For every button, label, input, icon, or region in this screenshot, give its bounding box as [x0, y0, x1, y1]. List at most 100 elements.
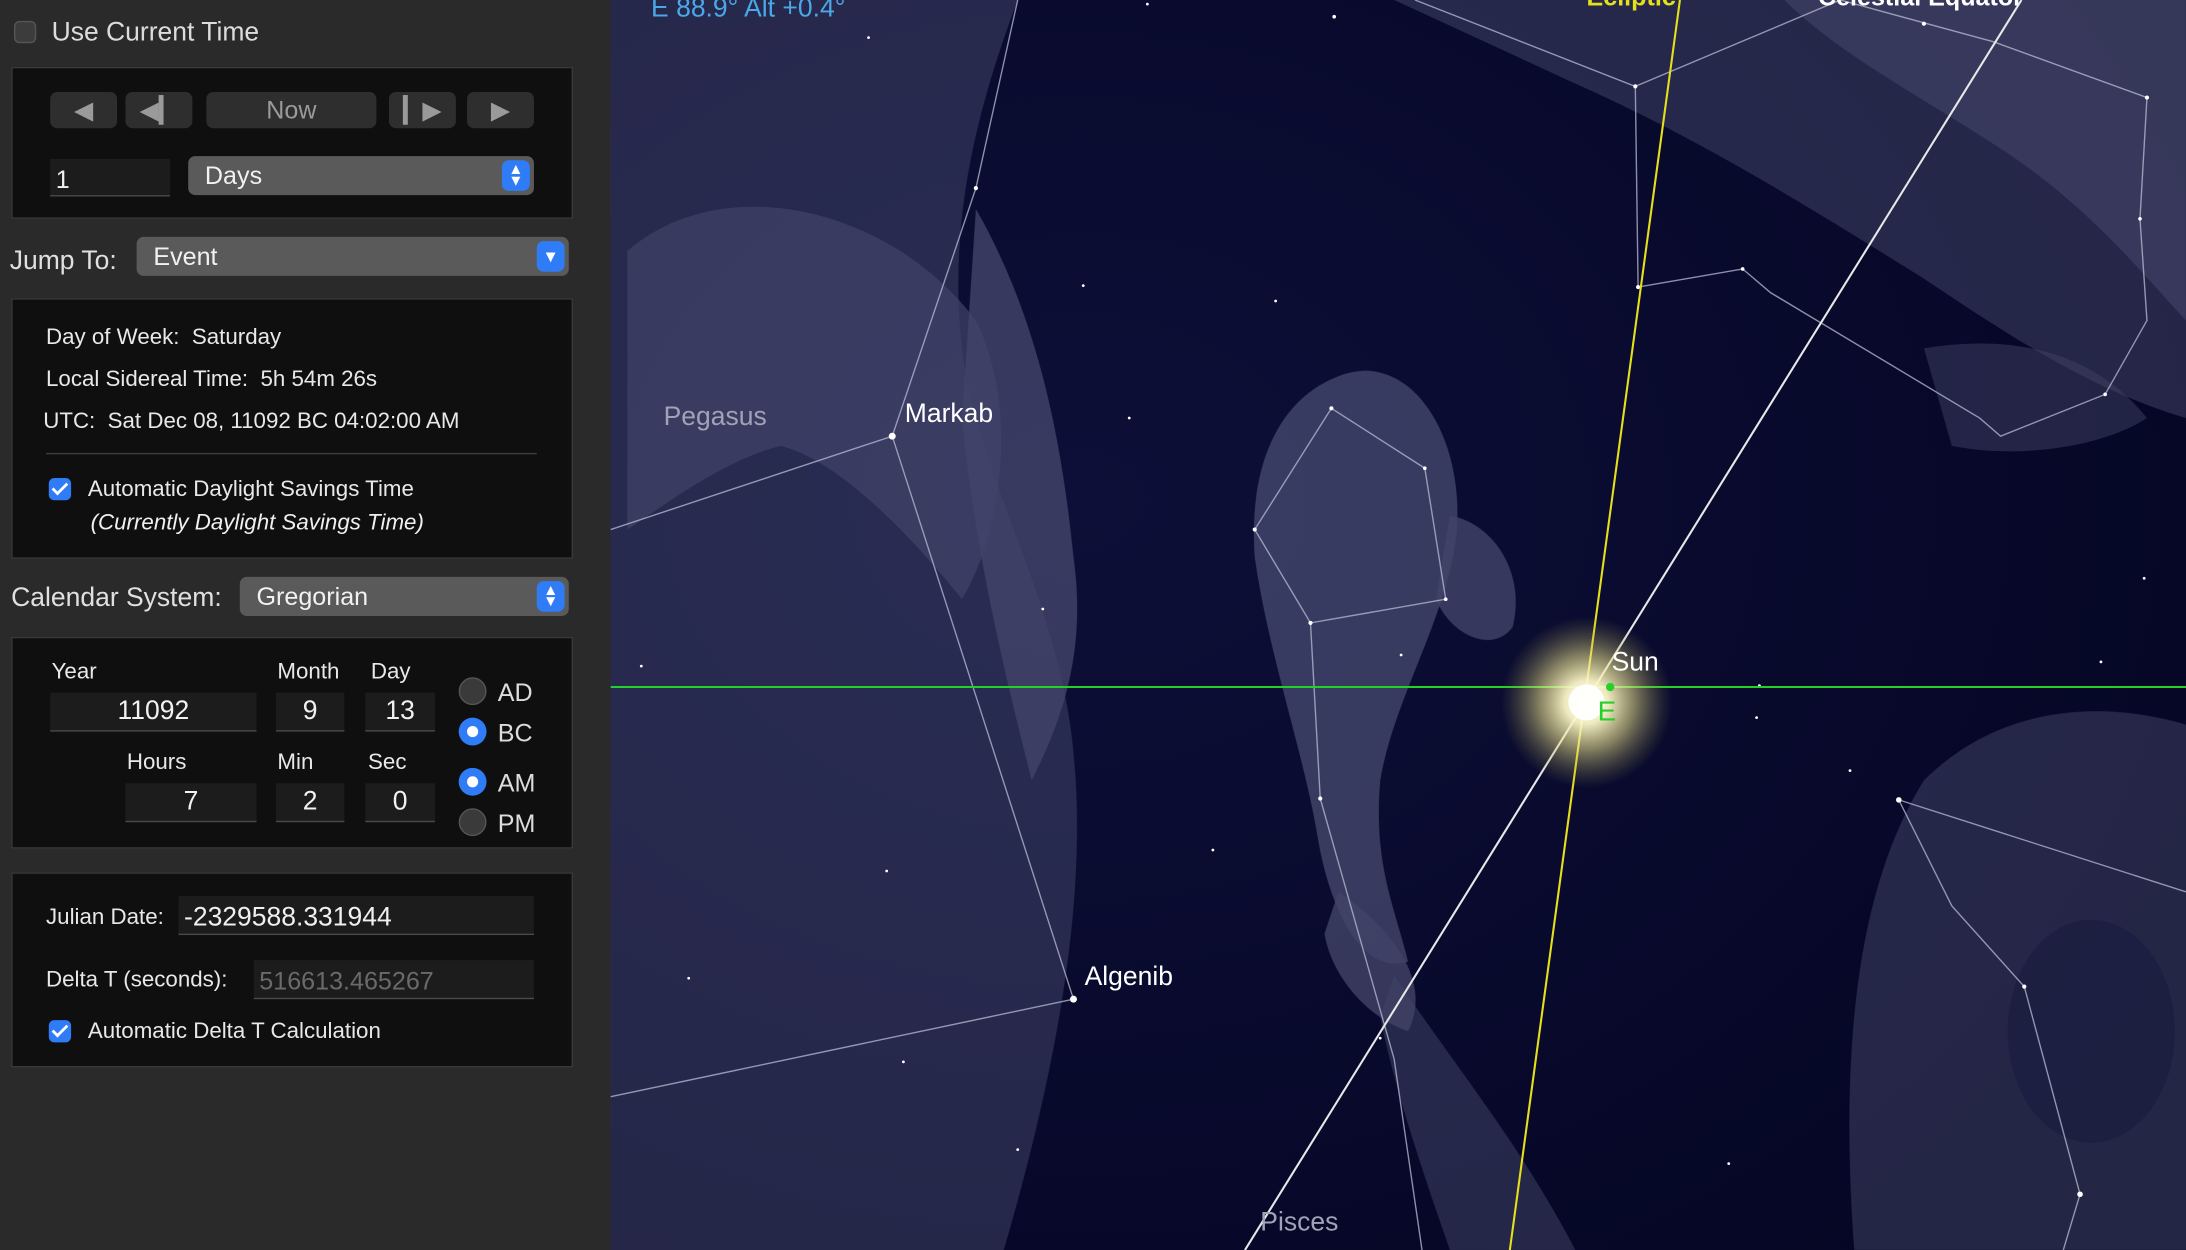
- era-ad-radio[interactable]: [459, 677, 487, 705]
- star: [974, 186, 978, 190]
- star: [1082, 284, 1085, 287]
- day-label: Day: [371, 661, 411, 686]
- delta-t-label: Delta T (seconds):: [46, 969, 227, 994]
- auto-delta-t-label: Automatic Delta T Calculation: [88, 1020, 381, 1045]
- star: [1423, 466, 1427, 470]
- star: [1849, 769, 1852, 772]
- star: [1308, 621, 1312, 625]
- auto-delta-t-checkbox[interactable]: [49, 1020, 71, 1042]
- star: [1444, 597, 1448, 601]
- jump-to-select[interactable]: Event ▼: [137, 237, 569, 276]
- step-amount-input[interactable]: 1: [50, 159, 170, 197]
- star: [1128, 417, 1131, 420]
- star: [1318, 796, 1322, 800]
- star: [1727, 1162, 1730, 1165]
- sky-chart[interactable]: [611, 0, 2186, 1250]
- step-back-icon: ◀▎: [140, 95, 179, 124]
- coordinates-readout: E 88.9° Alt +0.4°: [651, 0, 845, 25]
- month-label: Month: [277, 661, 339, 686]
- star: [687, 977, 690, 980]
- utc-value: Sat Dec 08, 11092 BC 04:02:00 AM: [108, 410, 460, 434]
- up-down-chevron-icon: ▲ ▼: [537, 581, 565, 612]
- am-radio[interactable]: [459, 768, 487, 796]
- day-input[interactable]: 13: [365, 693, 435, 732]
- star: [902, 1060, 905, 1063]
- min-label: Min: [277, 751, 313, 776]
- star: [1146, 3, 1149, 6]
- single-step-back-button[interactable]: ◀▎: [125, 92, 192, 128]
- star: [1400, 654, 1403, 657]
- star: [1329, 406, 1333, 410]
- year-label: Year: [52, 661, 97, 686]
- pm-radio[interactable]: [459, 808, 487, 836]
- divider: [46, 453, 537, 454]
- star: [1922, 22, 1926, 26]
- hours-input[interactable]: 7: [125, 783, 256, 822]
- east-point-marker: [1606, 683, 1614, 691]
- calendar-system-label: Calendar System:: [11, 584, 222, 615]
- star: [1379, 1037, 1382, 1040]
- julian-date-label: Julian Date:: [46, 906, 164, 931]
- time-panel: Use Current Time ◀ ◀▎ Now ▎▶ ▶ 1 Days ▲ ▼…: [0, 0, 611, 1250]
- star: [2145, 95, 2149, 99]
- utc-label: UTC:: [43, 410, 95, 434]
- star: [2022, 985, 2026, 989]
- star: [885, 870, 888, 873]
- step-controls-box: ◀ ◀▎ Now ▎▶ ▶ 1 Days ▲ ▼: [11, 67, 573, 219]
- sec-input[interactable]: 0: [365, 783, 435, 822]
- time-info-box: Day of Week: Saturday Local Sidereal Tim…: [11, 298, 573, 559]
- single-step-forward-button[interactable]: ▎▶: [389, 92, 456, 128]
- use-current-time-label: Use Current Time: [52, 18, 260, 49]
- algenib-label: Algenib: [1085, 963, 1173, 994]
- step-forward-button[interactable]: ▶: [467, 92, 534, 128]
- star: [1274, 300, 1277, 303]
- jump-to-label: Jump To:: [10, 247, 117, 278]
- ecliptic-label: Ecliptic: [1587, 0, 1676, 13]
- jump-to-value: Event: [153, 242, 217, 271]
- star: [1211, 849, 1214, 852]
- era-bc-label: BC: [498, 719, 533, 748]
- dst-status-note: (Currently Daylight Savings Time): [91, 511, 424, 536]
- star: [1636, 285, 1640, 289]
- step-back-button[interactable]: ◀: [50, 92, 117, 128]
- era-bc-radio[interactable]: [459, 718, 487, 746]
- julian-date-input[interactable]: -2329588.331944: [178, 896, 534, 935]
- auto-dst-checkbox[interactable]: [49, 478, 71, 500]
- star: [1755, 716, 1758, 719]
- star: [1016, 1148, 1019, 1151]
- use-current-time-checkbox[interactable]: [14, 21, 36, 43]
- celestial-equator-label: Celestial Equator: [1818, 0, 2023, 13]
- star: [1041, 608, 1044, 611]
- calendar-system-select[interactable]: Gregorian ▲ ▼: [240, 577, 569, 616]
- step-unit-select[interactable]: Days ▲ ▼: [188, 156, 534, 195]
- star: [1896, 797, 1902, 803]
- hours-label: Hours: [127, 751, 187, 776]
- utc-row: UTC: Sat Dec 08, 11092 BC 04:02:00 AM: [43, 410, 459, 435]
- now-button[interactable]: Now: [206, 92, 376, 128]
- star: [867, 36, 870, 39]
- star: [1633, 84, 1637, 88]
- julian-date-box: Julian Date: -2329588.331944 Delta T (se…: [11, 872, 573, 1067]
- month-input[interactable]: 9: [276, 693, 344, 732]
- sun-label: Sun: [1612, 648, 1659, 679]
- star: [1070, 996, 1077, 1003]
- star: [889, 433, 896, 440]
- play-forward-icon: ▶: [491, 95, 510, 124]
- year-input[interactable]: 11092: [50, 693, 256, 732]
- sec-label: Sec: [368, 751, 406, 776]
- sky-view[interactable]: E 88.9° Alt +0.4° Ecliptic Celestial Equ…: [611, 0, 2186, 1250]
- local-sidereal-time-row: Local Sidereal Time: 5h 54m 26s: [46, 368, 377, 393]
- up-down-chevron-icon: ▲ ▼: [502, 160, 530, 191]
- am-label: AM: [498, 769, 536, 798]
- delta-t-input[interactable]: 516613.465267: [254, 960, 534, 999]
- star: [1741, 267, 1745, 271]
- pm-label: PM: [498, 810, 536, 839]
- star: [2143, 577, 2146, 580]
- date-time-box: Year Month Day 11092 9 13 Hours Min Sec …: [11, 637, 573, 849]
- star: [2077, 1191, 2083, 1197]
- star: [1253, 527, 1257, 531]
- chevron-down-icon: ▼: [537, 241, 565, 272]
- markab-label: Markab: [905, 400, 993, 431]
- min-input[interactable]: 2: [276, 783, 344, 822]
- step-unit-value: Days: [205, 161, 262, 190]
